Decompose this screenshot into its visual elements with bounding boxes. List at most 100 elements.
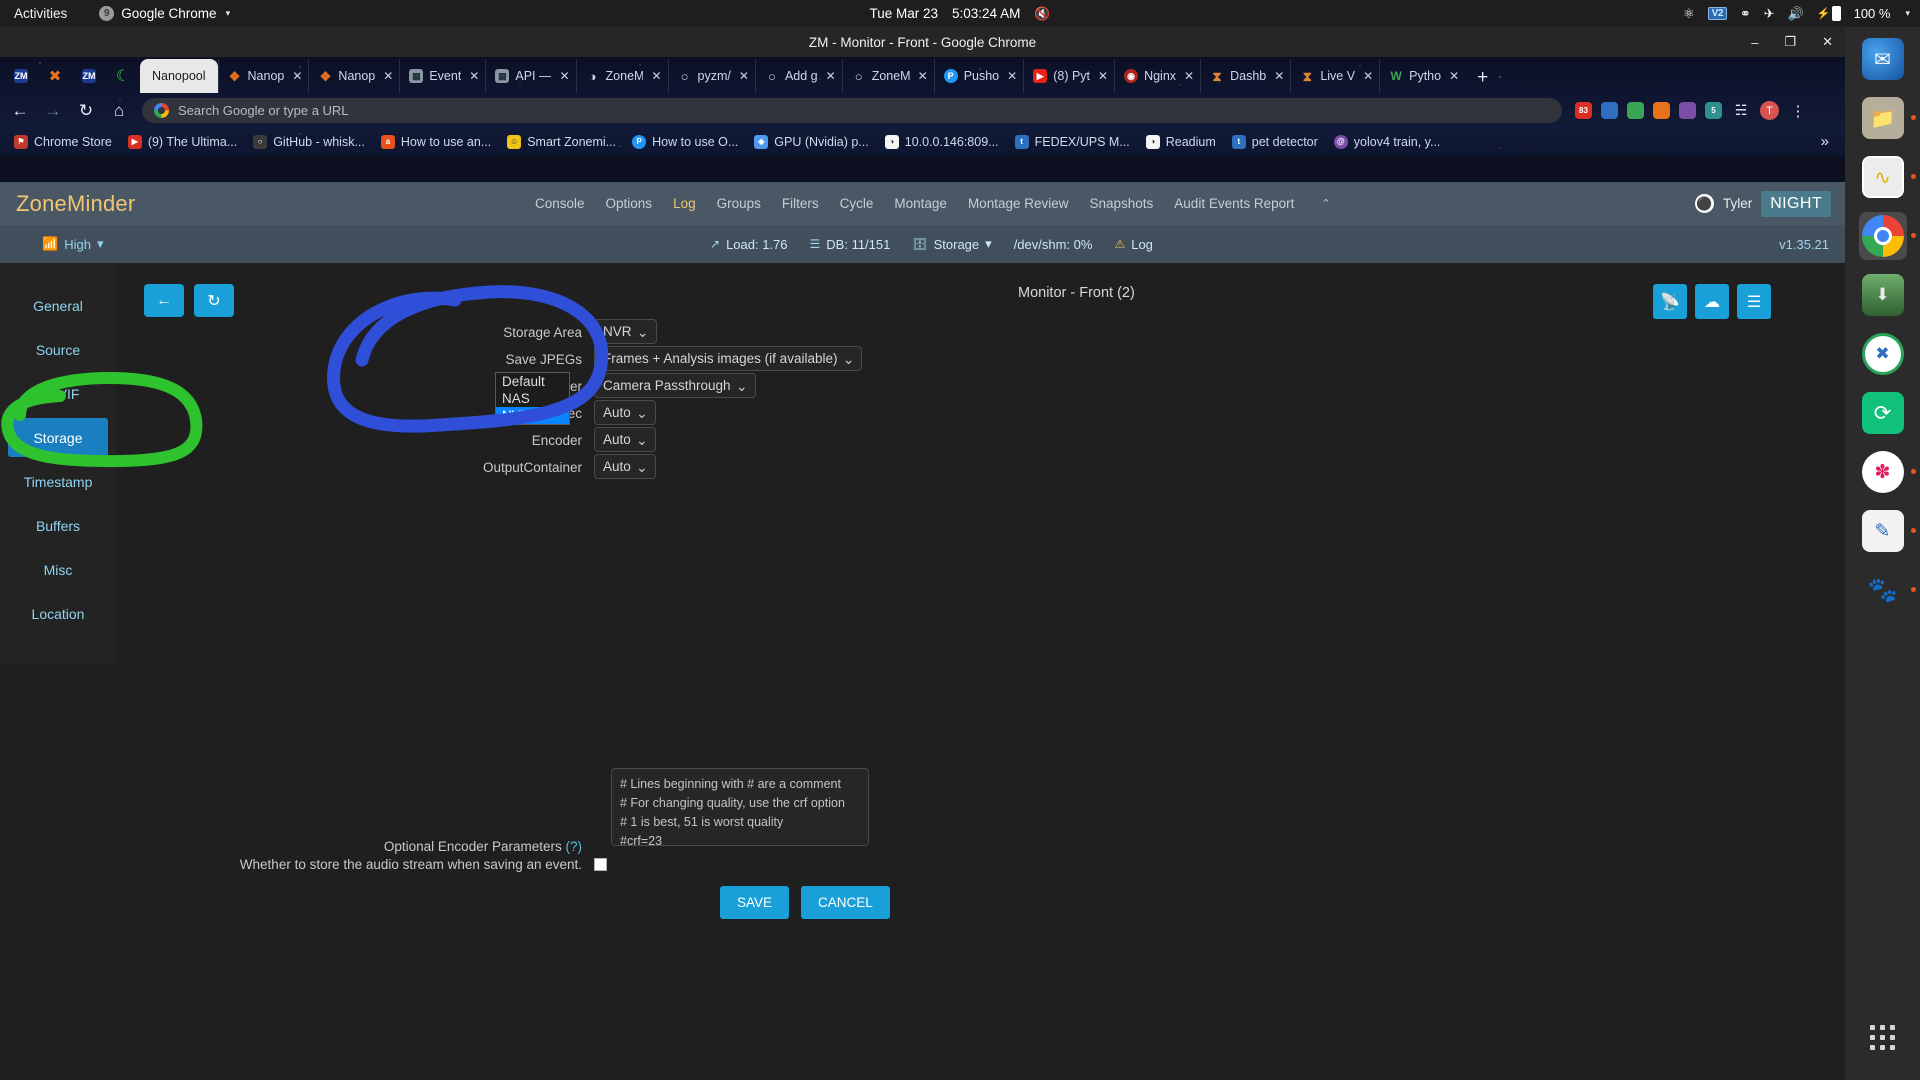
close-icon[interactable]: ✕ [469, 69, 479, 83]
close-icon[interactable]: ✕ [1274, 69, 1284, 83]
tab-python[interactable]: W Pytho ✕ [1379, 59, 1465, 93]
clock-area[interactable]: Tue Mar 23 5:03:24 AM 🔇 [869, 6, 1050, 22]
sidebar-item-storage[interactable]: Storage [8, 418, 108, 457]
close-icon[interactable]: ✕ [1007, 69, 1017, 83]
minimize-button[interactable]: – [1751, 35, 1758, 50]
dock-slack[interactable]: ✽ [1859, 448, 1916, 496]
close-icon[interactable]: ✕ [739, 69, 749, 83]
encoder-select[interactable]: Auto [594, 427, 656, 452]
show-applications-button[interactable] [1845, 1025, 1920, 1050]
dock-terminal-download[interactable]: ⬇ [1859, 271, 1907, 319]
nav-groups[interactable]: Groups [717, 196, 761, 211]
load-stat[interactable]: ↗ Load: 1.76 [710, 237, 788, 252]
nav-montage[interactable]: Montage [894, 196, 947, 211]
sidebar-item-onvif[interactable]: ONVIF [8, 374, 108, 413]
tab-youtube[interactable]: ▶ (8) Pyt ✕ [1023, 59, 1114, 93]
nav-console[interactable]: Console [535, 196, 585, 211]
pinned-tab-zm-2[interactable]: ZM [72, 59, 106, 93]
bandwidth-selector[interactable]: 📶 High ▾ [42, 236, 103, 252]
dropdown-option-nvr[interactable]: NVR [496, 407, 569, 424]
bookmark-ultimate[interactable]: ▶ (9) The Ultima... [120, 134, 245, 149]
sidebar-item-source[interactable]: Source [8, 330, 108, 369]
omnibox[interactable]: Search Google or type a URL [142, 98, 1562, 123]
pinned-tab-zm-1[interactable]: ZM [4, 59, 38, 93]
dropdown-option-default[interactable]: Default [496, 373, 569, 390]
sidebar-item-general[interactable]: General [8, 286, 108, 325]
sidebar-item-timestamp[interactable]: Timestamp [8, 462, 108, 501]
storage-area-select[interactable]: NVR [594, 319, 657, 344]
output-codec-select[interactable]: Auto [594, 400, 656, 425]
close-icon[interactable]: ✕ [1363, 69, 1373, 83]
bookmark-how-to-use-o[interactable]: P How to use O... [624, 134, 746, 149]
extension-green-icon[interactable] [1627, 102, 1644, 119]
system-tray[interactable]: ⚛ V2 ⚭ ✈ 🔊 ⚡ 100 % ▾ [1683, 0, 1910, 27]
close-icon[interactable]: ✕ [1449, 69, 1459, 83]
storage-stat[interactable]: 🗄 Storage ▾ [912, 236, 991, 252]
bookmark-smart-zoneminder[interactable]: ☺ Smart Zonemi... [499, 134, 624, 149]
tab-zoneminder-2[interactable]: ○ ZoneM ✕ [841, 59, 934, 93]
username-label[interactable]: Tyler [1723, 196, 1752, 211]
bookmark-pet-detector[interactable]: t pet detector [1224, 134, 1326, 149]
bookmark-chrome-store[interactable]: ⚑ Chrome Store [6, 134, 120, 149]
tab-nanopool-active[interactable]: Nanopool [140, 59, 218, 93]
dock-chrome[interactable] [1858, 212, 1916, 260]
help-icon[interactable]: (?) [566, 839, 583, 854]
bookmark-readium[interactable]: ◑ Readium [1138, 134, 1224, 149]
tab-zoneminder-1[interactable]: ◑ ZoneM ✕ [575, 59, 668, 93]
maximize-button[interactable]: ❐ [1784, 34, 1796, 50]
save-button[interactable]: SAVE [720, 886, 790, 919]
extension-blue-icon[interactable] [1601, 102, 1618, 119]
extension-purple-icon[interactable] [1679, 102, 1696, 119]
cancel-button[interactable]: CANCEL [801, 886, 890, 919]
tab-nanopool-3[interactable]: ❖ Nanop ✕ [308, 59, 399, 93]
tab-nginx[interactable]: ◉ Nginx ✕ [1114, 59, 1200, 93]
output-container-select[interactable]: Auto [594, 454, 656, 479]
chrome-menu-icon[interactable]: ⋮ [1788, 102, 1808, 120]
tab-add-g[interactable]: ○ Add g ✕ [754, 59, 842, 93]
bookmark-ip-address[interactable]: ◑ 10.0.0.146:809... [877, 134, 1007, 149]
back-button[interactable]: ← [144, 284, 184, 317]
sidebar-item-misc[interactable]: Misc [8, 550, 108, 589]
encoder-params-textarea[interactable] [611, 768, 869, 846]
home-button[interactable]: ⌂ [109, 101, 129, 121]
pinned-tab-x[interactable]: ✖ [38, 59, 72, 93]
new-tab-button[interactable]: + [1465, 67, 1498, 93]
dock-sync[interactable]: ⟳ [1859, 389, 1907, 437]
video-writer-select[interactable]: Camera Passthrough [594, 373, 756, 398]
bookmark-yolov4-train[interactable]: @ yolov4 train, y... [1326, 134, 1449, 149]
close-button[interactable]: ✕ [1822, 34, 1833, 50]
close-icon[interactable]: ✕ [918, 69, 928, 83]
bookmark-fedex-ups[interactable]: t FEDEX/UPS M... [1007, 134, 1138, 149]
close-icon[interactable]: ✕ [292, 69, 302, 83]
close-icon[interactable]: ✕ [1184, 69, 1194, 83]
list-view-button[interactable]: ☰ [1737, 284, 1771, 319]
zoneminder-logo[interactable]: ZoneMinder [16, 191, 135, 217]
nav-options[interactable]: Options [606, 196, 653, 211]
tab-nanopool-2[interactable]: ❖ Nanop ✕ [217, 59, 309, 93]
rss-feed-button[interactable]: 📡 [1653, 284, 1687, 319]
dock-gimp[interactable]: 🐾 [1859, 566, 1916, 614]
nav-audit-events-report[interactable]: Audit Events Report [1174, 196, 1294, 211]
storage-area-dropdown-list[interactable]: Default NAS NVR [495, 372, 570, 425]
dock-remmina[interactable]: ✖ [1859, 330, 1907, 378]
tab-pyzm[interactable]: ○ pyzm/ ✕ [667, 59, 755, 93]
db-stat[interactable]: ☰ DB: 11/151 [810, 237, 891, 252]
nav-snapshots[interactable]: Snapshots [1090, 196, 1154, 211]
close-icon[interactable]: ✕ [1098, 69, 1108, 83]
extension-orange-icon[interactable] [1653, 102, 1670, 119]
extensions-puzzle-icon[interactable]: ☵ [1731, 102, 1751, 119]
sidebar-item-location[interactable]: Location [8, 594, 108, 633]
nav-log[interactable]: Log [673, 196, 696, 211]
tab-event[interactable]: ▦ Event ✕ [399, 59, 485, 93]
bookmark-how-to-use-an[interactable]: a How to use an... [373, 134, 499, 149]
rss-button[interactable]: ☁ [1695, 284, 1729, 319]
log-stat[interactable]: ⚠ Log [1114, 237, 1152, 252]
activities-button[interactable]: Activities [0, 6, 81, 21]
bookmark-github-whisk[interactable]: ○ GitHub - whisk... [245, 134, 373, 149]
bookmark-gpu-nvidia[interactable]: ◈ GPU (Nvidia) p... [746, 134, 876, 149]
close-icon[interactable]: ✕ [559, 69, 569, 83]
extension-count-icon[interactable]: 83 [1575, 102, 1592, 119]
profile-avatar[interactable]: T [1760, 101, 1779, 120]
chevron-up-icon[interactable]: ⌃ [1321, 197, 1330, 210]
chevron-down-icon[interactable]: ▾ [1905, 8, 1910, 19]
